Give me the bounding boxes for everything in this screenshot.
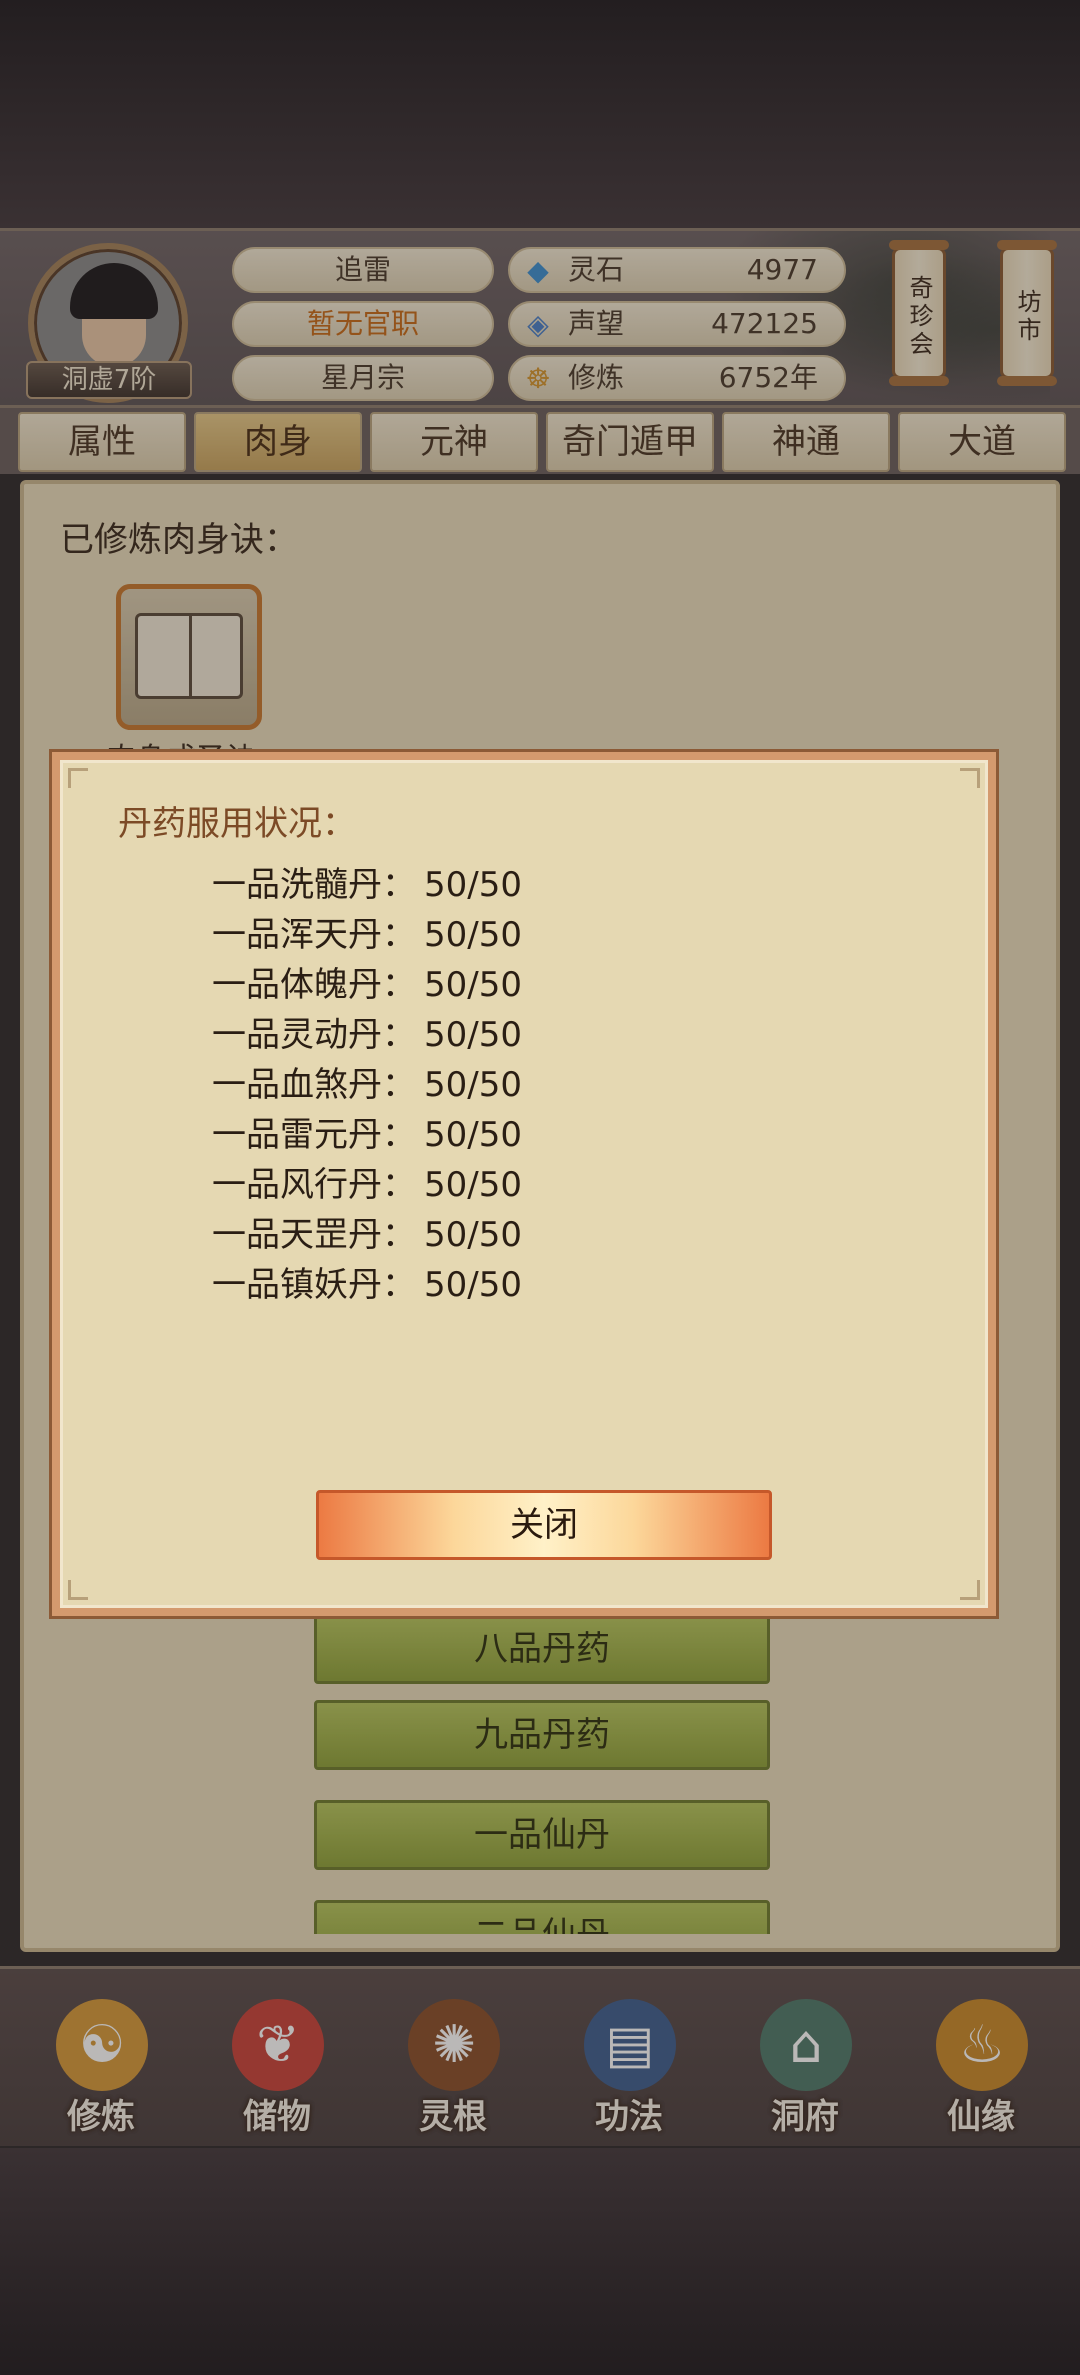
pill-row: 一品雷元丹： 50/50 [212,1115,522,1155]
pill-row: 一品天罡丹： 50/50 [212,1215,522,1255]
pill-row: 一品风行丹： 50/50 [212,1165,522,1205]
dialog-title: 丹药服用状况： [118,804,356,844]
pill-row: 一品洗髓丹： 50/50 [212,865,522,905]
bottom-margin [0,2148,1080,2375]
pill-row: 一品体魄丹： 50/50 [212,965,522,1005]
pill-row: 一品镇妖丹： 50/50 [212,1265,522,1305]
pill-consumption-dialog: 丹药服用状况： 一品洗髓丹： 50/50 一品浑天丹： 50/50 一品体魄丹： 50… [52,752,996,1616]
close-button[interactable]: 关闭 [316,1490,772,1560]
pill-row: 一品血煞丹： 50/50 [212,1065,522,1105]
top-margin [0,0,1080,228]
pill-row: 一品灵动丹： 50/50 [212,1015,522,1055]
pill-row: 一品浑天丹： 50/50 [212,915,522,955]
